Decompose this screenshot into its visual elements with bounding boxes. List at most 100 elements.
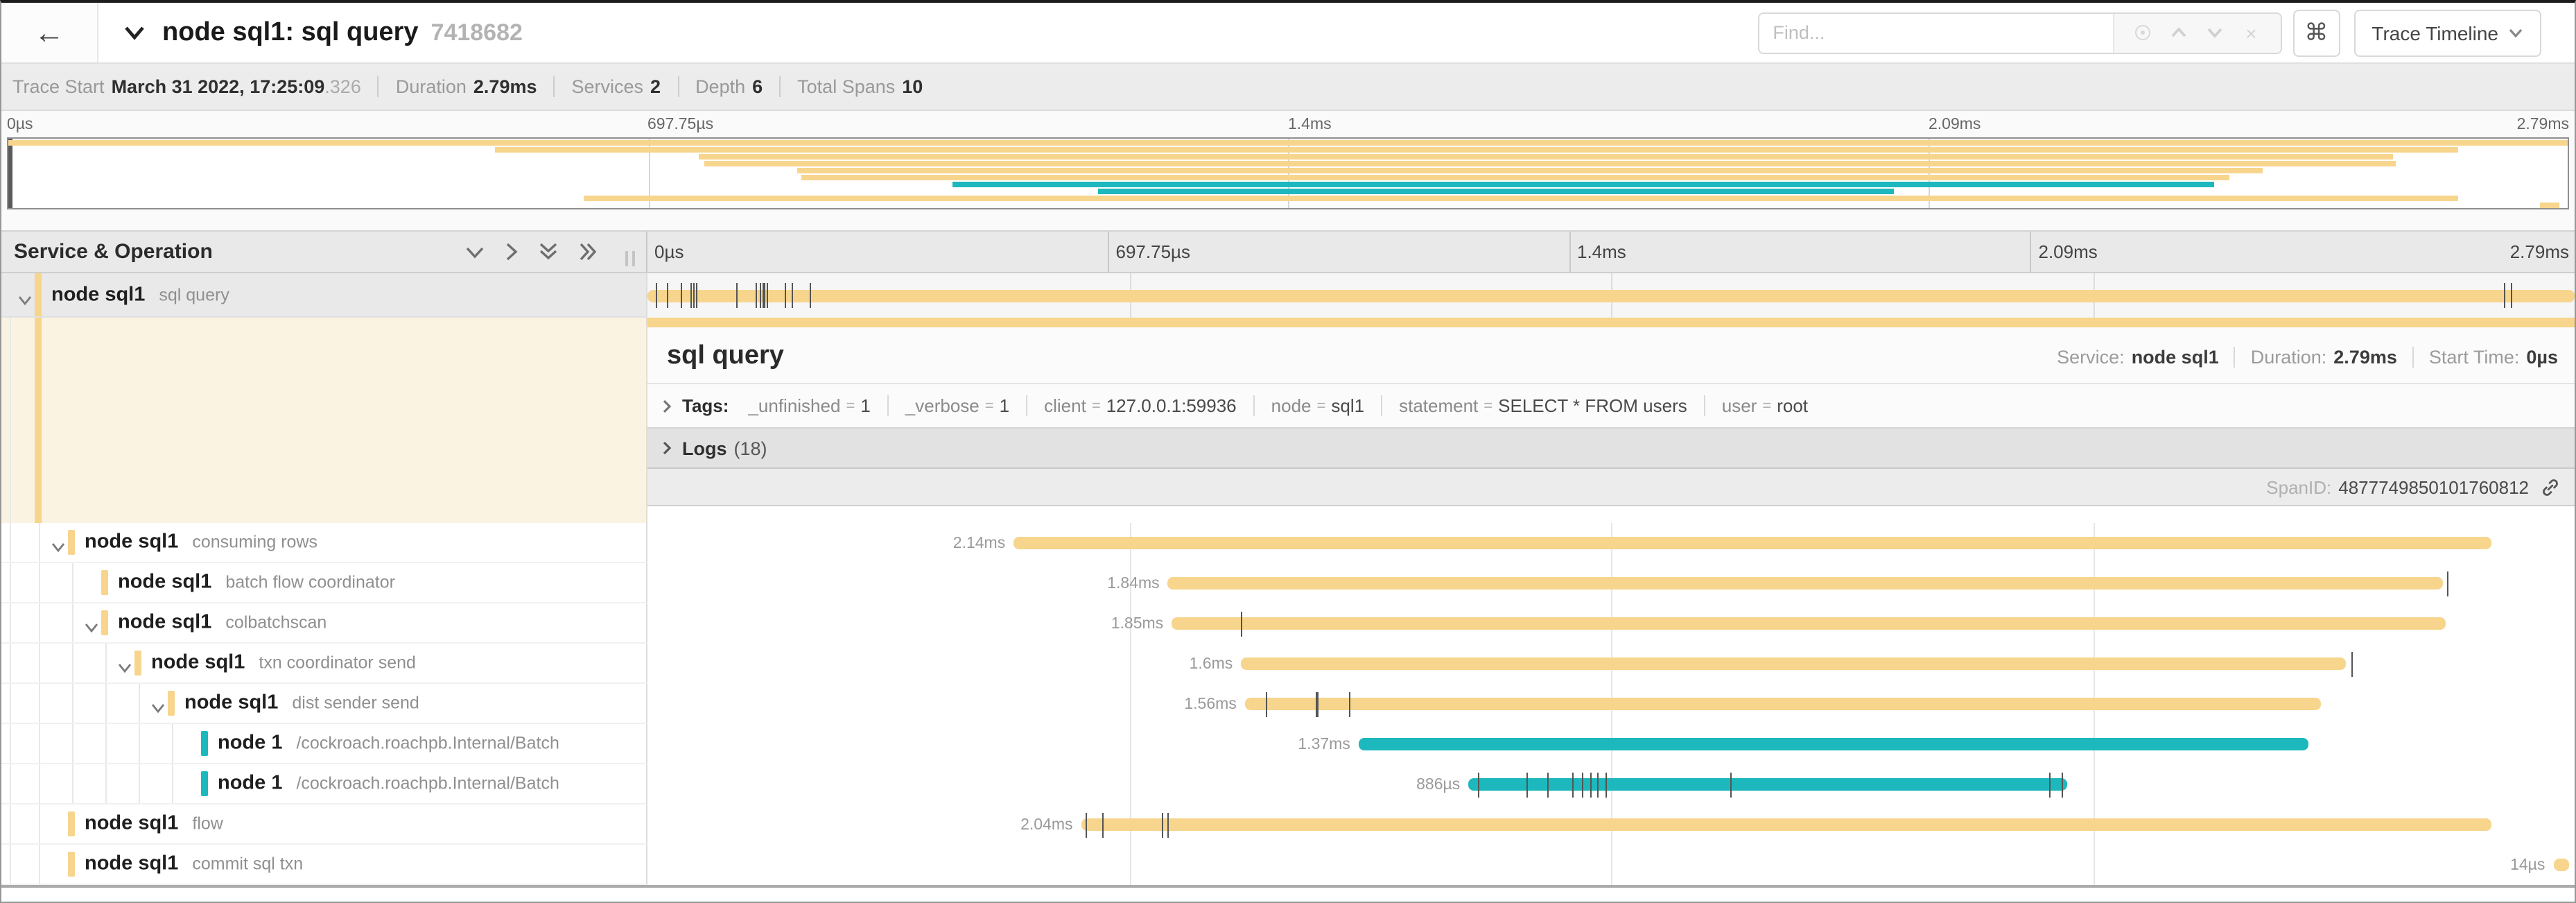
keyboard-shortcuts-button[interactable]: ⌘ xyxy=(2292,9,2340,56)
span-start-label: Start Time: xyxy=(2429,346,2520,367)
chevron-down-icon xyxy=(464,245,485,259)
find-prev-button[interactable] xyxy=(2161,26,2197,39)
jaeger-trace-page: ← node sql1: sql query 7418682 × xyxy=(0,0,2576,903)
span-row[interactable]: node sql1flow 2.04ms xyxy=(1,805,2575,845)
span-expand-toggle[interactable] xyxy=(83,616,100,641)
find-next-button[interactable] xyxy=(2197,26,2233,39)
find-clear-button[interactable]: × xyxy=(2233,22,2269,44)
minimap-tick-label: 2.09ms xyxy=(1929,117,1981,133)
span-row[interactable]: node 1/cockroach.roachpb.Internal/Batch 1… xyxy=(1,724,2575,764)
span-tree-cell[interactable]: node sql1txn coordinator send xyxy=(1,644,647,684)
span-accent-bar xyxy=(647,318,2575,327)
span-row[interactable]: node sql1dist sender send1.56ms xyxy=(1,684,2575,724)
span-bar[interactable] xyxy=(1013,537,2491,549)
span-expand-toggle[interactable] xyxy=(116,656,133,681)
double-chevron-down-icon xyxy=(538,241,559,262)
minimap-span-bar xyxy=(1099,189,1895,195)
timeline-axis-header: 0µs697.75µs1.4ms2.09ms2.79ms xyxy=(647,232,2575,272)
span-operation-name: consuming rows xyxy=(192,532,317,551)
trace-timeline-dropdown[interactable]: Trace Timeline xyxy=(2353,9,2541,56)
columns-header: Service & Operation 0µs697.75µs1.4ms2.09… xyxy=(1,230,2575,273)
span-tree-cell[interactable]: node sql1colbatchscan xyxy=(1,603,647,644)
span-bar-cell[interactable]: 886µs xyxy=(647,764,2575,805)
depth-value: 6 xyxy=(752,76,763,97)
chevron-up-icon xyxy=(2170,26,2188,39)
column-resize-grip[interactable] xyxy=(625,251,635,266)
span-tree-cell[interactable]: node sql1dist sender send xyxy=(1,684,647,724)
span-bar[interactable] xyxy=(1081,818,2492,831)
trace-collapse-toggle[interactable] xyxy=(123,25,146,40)
span-bar-cell[interactable]: 1.85ms xyxy=(647,603,2575,644)
span-bar[interactable] xyxy=(1172,617,2446,630)
span-log-tick xyxy=(655,283,656,308)
span-bar[interactable] xyxy=(1359,738,2309,750)
span-tree-cell[interactable]: node sql1consuming rows xyxy=(1,523,647,563)
duration-value: 2.79ms xyxy=(473,76,537,97)
span-service-name: node sql1batch flow coordinator xyxy=(118,571,395,593)
back-button[interactable]: ← xyxy=(1,3,98,62)
span-service-name: node 1/cockroach.roachpb.Internal/Batch xyxy=(218,732,559,754)
minimap-span-bar xyxy=(8,139,2568,145)
span-duration-label: 2.14ms xyxy=(953,535,1013,551)
span-bar-cell[interactable]: 2.04ms xyxy=(647,805,2575,845)
span-operation-name: txn coordinator send xyxy=(259,653,416,672)
collapse-one-button[interactable] xyxy=(464,245,485,259)
locate-icon[interactable] xyxy=(2125,25,2161,40)
logs-accordion[interactable]: Logs (18) xyxy=(647,427,2575,469)
span-bar-cell[interactable]: 1.6ms xyxy=(647,644,2575,684)
span-tree-cell[interactable]: node 1/cockroach.roachpb.Internal/Batch xyxy=(1,724,647,764)
span-tree-cell[interactable]: node sql1sql query xyxy=(1,273,647,318)
minimap-canvas[interactable] xyxy=(7,137,2569,209)
span-expand-toggle[interactable] xyxy=(150,696,166,721)
span-expand-toggle[interactable] xyxy=(17,288,33,313)
timeline-tick-label: 2.09ms xyxy=(2030,232,2492,272)
span-row[interactable]: node sql1commit sql txn14µs xyxy=(1,845,2575,885)
collapse-all-button[interactable] xyxy=(538,241,559,262)
span-tree-cell[interactable]: node 1/cockroach.roachpb.Internal/Batch xyxy=(1,764,647,805)
span-row[interactable]: node sql1txn coordinator send1.6ms xyxy=(1,644,2575,684)
span-row[interactable]: node 1/cockroach.roachpb.Internal/Batch8… xyxy=(1,764,2575,805)
span-bar-cell[interactable]: 1.37ms xyxy=(647,724,2575,764)
span-bar[interactable] xyxy=(2553,859,2568,871)
link-icon xyxy=(2540,476,2561,497)
logs-label: Logs xyxy=(682,438,727,458)
timeline-tick-label: 0µs xyxy=(647,232,1108,272)
expand-all-button[interactable] xyxy=(578,241,599,262)
span-tree-cell[interactable]: node sql1flow xyxy=(1,805,647,845)
span-color-chip xyxy=(101,610,107,635)
timeline-minimap: 0µs697.75µs1.4ms2.09ms2.79ms xyxy=(1,111,2575,230)
back-arrow-icon: ← xyxy=(34,15,64,51)
span-tree-cell[interactable]: node sql1batch flow coordinator xyxy=(1,563,647,603)
span-duration-label: 1.85ms xyxy=(1111,615,1172,632)
span-row[interactable]: node sql1batch flow coordinator 1.84ms xyxy=(1,563,2575,603)
span-bar[interactable] xyxy=(1245,698,2320,710)
span-row[interactable]: node sql1consuming rows 2.14ms xyxy=(1,523,2575,563)
expand-one-button[interactable] xyxy=(505,241,519,262)
minimap-span-bar xyxy=(704,161,2396,166)
span-log-tick xyxy=(810,283,811,308)
span-service-name: node sql1flow xyxy=(85,812,223,834)
span-bar-cell[interactable]: 14µs xyxy=(647,845,2575,885)
span-bar[interactable] xyxy=(647,289,2575,302)
tags-accordion[interactable]: Tags: _unfinished=1_verbose=1client=127.… xyxy=(647,384,2575,427)
span-bar-cell[interactable] xyxy=(647,273,2575,318)
span-bar-cell[interactable]: 2.14ms xyxy=(647,523,2575,563)
span-expand-toggle[interactable] xyxy=(50,535,67,560)
span-id-row: SpanID: 4877749850101760812 xyxy=(647,469,2575,506)
span-tree-cell[interactable]: node sql1commit sql txn xyxy=(1,845,647,885)
span-row[interactable]: node sql1colbatchscan 1.85ms xyxy=(1,603,2575,644)
timeline-tick-label: 2.79ms xyxy=(2491,232,2575,272)
span-color-chip xyxy=(35,273,41,316)
span-row[interactable]: node sql1sql query xyxy=(1,273,2575,318)
span-log-tick xyxy=(680,283,681,308)
find-input[interactable] xyxy=(1759,13,2112,52)
copy-link-button[interactable] xyxy=(2540,476,2561,497)
span-bar-cell[interactable]: 1.56ms xyxy=(647,684,2575,724)
duration-label: Duration xyxy=(396,76,467,97)
span-bar[interactable] xyxy=(1241,657,2345,670)
minimap-tick-label: 1.4ms xyxy=(1288,117,1332,133)
span-bar[interactable] xyxy=(1468,778,2068,791)
span-bar[interactable] xyxy=(1168,577,2444,590)
span-bar-cell[interactable]: 1.84ms xyxy=(647,563,2575,603)
span-log-tick xyxy=(696,283,697,308)
